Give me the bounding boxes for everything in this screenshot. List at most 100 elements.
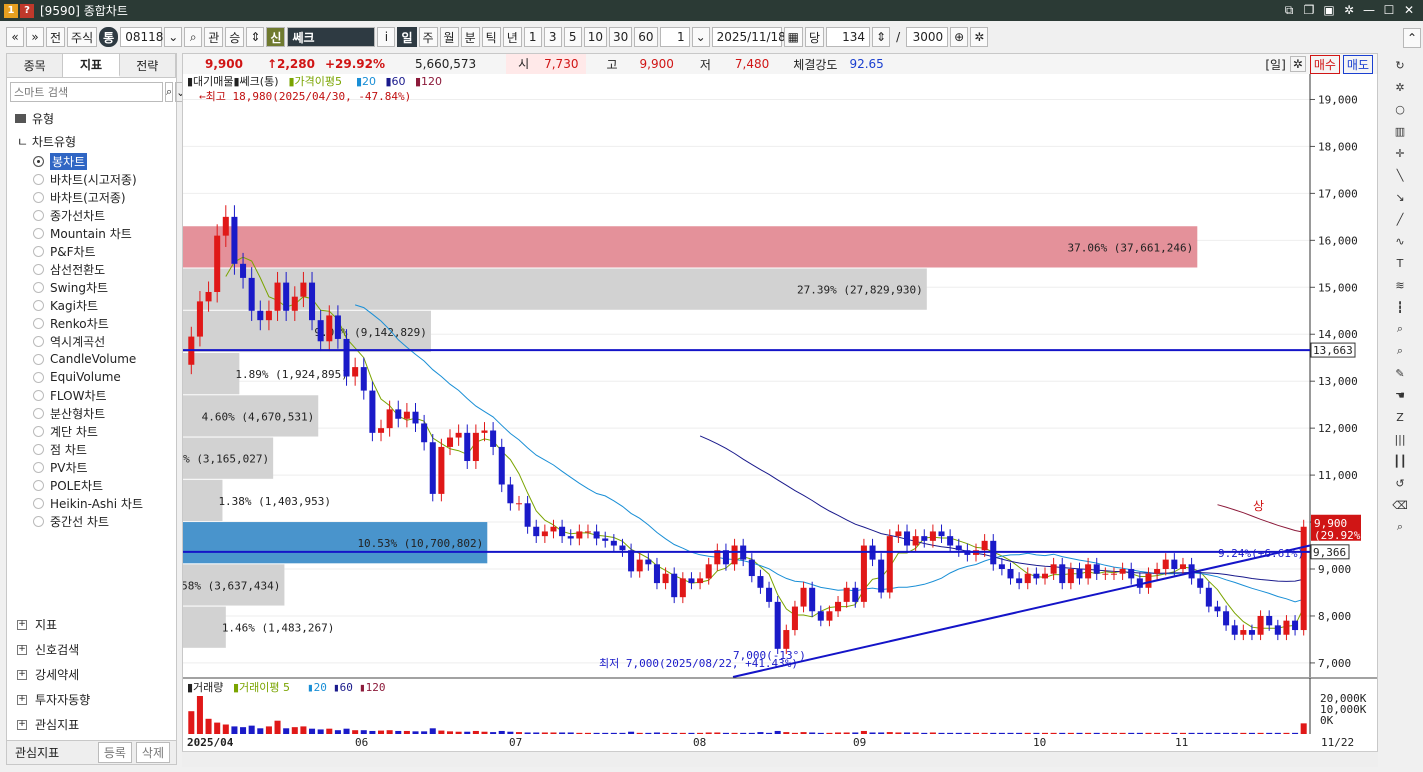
text-tool-icon[interactable]: T xyxy=(1391,255,1409,271)
radio-icon[interactable] xyxy=(33,497,44,509)
prev-button[interactable]: 전 xyxy=(46,27,66,47)
chart-type-item[interactable]: 점 차트 xyxy=(7,440,176,458)
period-day[interactable]: 일 xyxy=(397,27,417,47)
pin-icon[interactable]: ⧉ xyxy=(1281,2,1297,18)
radio-icon[interactable] xyxy=(33,461,44,473)
double-left-icon[interactable]: « xyxy=(6,27,24,47)
camera-icon[interactable]: ▣ xyxy=(1321,2,1337,18)
zoom-in-icon[interactable]: ⌕ xyxy=(1391,321,1409,337)
stock-name-field[interactable]: 쎄크 xyxy=(287,27,376,47)
radio-icon[interactable] xyxy=(33,263,44,275)
expander-indicator[interactable]: + 지표 xyxy=(7,612,176,637)
radio-icon[interactable] xyxy=(33,371,44,383)
chart-type-item[interactable]: FLOW차트 xyxy=(7,386,176,404)
columns-icon[interactable]: ||| xyxy=(1391,431,1409,447)
code-dropdown-icon[interactable]: ⌄ xyxy=(164,27,183,47)
circle-icon[interactable]: ○ xyxy=(1391,101,1409,117)
radio-icon[interactable] xyxy=(33,425,44,437)
chart-type-item[interactable]: 바차트(시고저종) xyxy=(7,170,176,188)
chart-type-item[interactable]: 계단 차트 xyxy=(7,422,176,440)
chart-type-item[interactable]: POLE차트 xyxy=(7,476,176,494)
grid-icon[interactable]: ┃┃ xyxy=(1391,453,1409,469)
date-input[interactable]: 2025/11/18 xyxy=(711,27,786,47)
expander-strength[interactable]: + 강세약세 xyxy=(7,662,176,687)
pattern-icon[interactable]: ≋ xyxy=(1391,277,1409,293)
double-down-icon[interactable]: » xyxy=(26,27,44,47)
interval-input[interactable]: 1 xyxy=(659,27,690,47)
minimize-icon[interactable]: — xyxy=(1361,2,1377,18)
interval-10[interactable]: 10 xyxy=(583,27,608,47)
settings-icon[interactable]: ✲ xyxy=(970,27,989,47)
period-year[interactable]: 년 xyxy=(502,27,522,47)
tab-stock[interactable]: 종목 xyxy=(7,54,64,77)
period-tick[interactable]: 틱 xyxy=(481,27,501,47)
brush-icon[interactable]: ✎ xyxy=(1391,365,1409,381)
radio-icon[interactable] xyxy=(33,407,44,419)
radio-icon[interactable] xyxy=(33,353,44,365)
buy-button[interactable]: 매수 xyxy=(1309,54,1340,74)
delete-button[interactable]: 삭제 xyxy=(135,742,170,763)
radio-icon[interactable] xyxy=(33,317,44,329)
sell-button[interactable]: 매도 xyxy=(1342,54,1373,74)
interval-30[interactable]: 30 xyxy=(609,27,633,47)
chart-type-item[interactable]: PV차트 xyxy=(7,458,176,476)
maximize-icon[interactable]: ☐ xyxy=(1381,2,1397,18)
chart-type-item[interactable]: 분산형차트 xyxy=(7,404,176,422)
group-type[interactable]: 유형 xyxy=(7,106,176,131)
link-icon[interactable]: ❐ xyxy=(1301,2,1317,18)
dang-button[interactable]: 당 xyxy=(804,27,825,47)
magnifier-icon[interactable]: ⌕ xyxy=(1391,343,1409,359)
period-week[interactable]: 주 xyxy=(418,27,438,47)
zoom-icon[interactable]: ⊕ xyxy=(950,27,969,47)
expander-signal[interactable]: + 신호검색 xyxy=(7,637,176,662)
hand-icon[interactable]: ☚ xyxy=(1391,387,1409,403)
radio-icon[interactable] xyxy=(33,227,44,239)
ray-tool-icon[interactable]: ↘ xyxy=(1391,189,1409,205)
count-input[interactable]: 134 xyxy=(826,27,871,47)
period-minute[interactable]: 분 xyxy=(460,27,480,47)
interval-3[interactable]: 3 xyxy=(543,27,562,47)
expander-investor[interactable]: + 투자자동향 xyxy=(7,687,176,712)
chart-type-item[interactable]: 삼선전환도 xyxy=(7,260,176,278)
radio-icon[interactable] xyxy=(33,389,44,401)
cross-icon[interactable]: ✛ xyxy=(1391,145,1409,161)
tong-toggle[interactable]: 통 xyxy=(99,27,119,47)
expander-favorite[interactable]: + 관심지표 xyxy=(7,712,176,737)
code-input[interactable]: 081180 xyxy=(120,27,171,47)
radio-icon[interactable] xyxy=(33,479,44,491)
refresh-icon[interactable]: ↻ xyxy=(1391,57,1409,73)
radio-icon[interactable] xyxy=(33,335,44,347)
candles-icon[interactable]: ┇ xyxy=(1391,299,1409,315)
seung-button[interactable]: 승 xyxy=(225,27,245,47)
scrollbar[interactable] xyxy=(182,751,1378,767)
radio-icon[interactable] xyxy=(33,155,44,167)
smart-search-input[interactable] xyxy=(10,82,163,102)
trend-line-icon[interactable]: ╱ xyxy=(1391,211,1409,227)
help-badge[interactable]: ? xyxy=(20,3,34,18)
interval-5[interactable]: 5 xyxy=(563,27,582,47)
spin-icon[interactable]: ⇕ xyxy=(246,27,265,47)
zigzag-icon[interactable]: Z xyxy=(1391,409,1409,425)
chart-type-item[interactable]: 바차트(고저종) xyxy=(7,188,176,206)
period-month[interactable]: 월 xyxy=(439,27,459,47)
radio-icon[interactable] xyxy=(33,173,44,185)
chart-type-item[interactable]: 봉차트 xyxy=(7,152,176,170)
chart-type-item[interactable]: 종가선차트 xyxy=(7,206,176,224)
chart-type-item[interactable]: 역시계곡선 xyxy=(7,332,176,350)
chart-type-item[interactable]: Kagi차트 xyxy=(7,296,176,314)
chart-type-item[interactable]: P&F차트 xyxy=(7,242,176,260)
interval-1[interactable]: 1 xyxy=(523,27,542,47)
interval-dropdown-icon[interactable]: ⌄ xyxy=(691,27,710,47)
eraser-icon[interactable]: ⌫ xyxy=(1391,497,1409,513)
info-button[interactable]: i xyxy=(377,27,396,47)
radio-icon[interactable] xyxy=(33,191,44,203)
calendar-icon[interactable]: ▦ xyxy=(783,27,803,47)
tab-indicator[interactable]: 지표 xyxy=(63,54,120,77)
count-spin-icon[interactable]: ⇕ xyxy=(872,27,891,47)
chart-type-item[interactable]: 중간선 차트 xyxy=(7,512,176,530)
chart-type-item[interactable]: Heikin-Ashi 차트 xyxy=(7,494,176,512)
radio-icon[interactable] xyxy=(33,515,44,527)
chart-settings-icon[interactable]: ✲ xyxy=(1289,56,1306,72)
radio-icon[interactable] xyxy=(33,299,44,311)
chart-area[interactable]: 9,900 ↑2,280 +29.92% 5,660,573 시 7,730 고… xyxy=(182,53,1378,765)
